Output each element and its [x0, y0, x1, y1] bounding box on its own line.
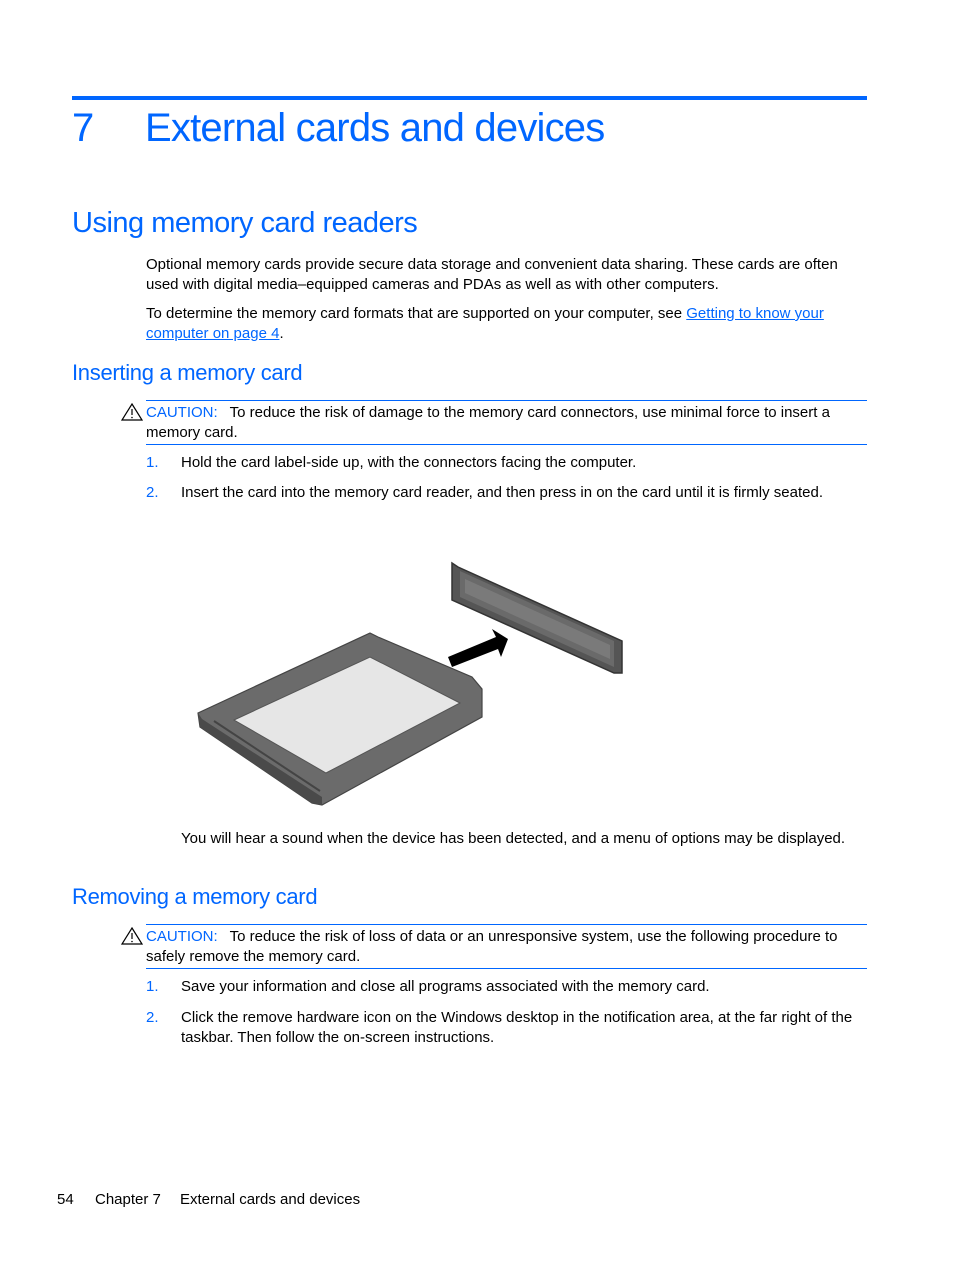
step-text: Save your information and close all prog… [181, 978, 710, 995]
inserting-caution: CAUTION: To reduce the risk of damage to … [121, 400, 867, 445]
chapter-top-rule [72, 96, 867, 100]
inserting-step-2: 2. Insert the card into the memory card … [146, 483, 866, 503]
detected-paragraph: You will hear a sound when the device ha… [181, 830, 846, 847]
step-number: 1. [146, 978, 159, 995]
step-text: Hold the card label-side up, with the co… [181, 454, 637, 471]
warning-triangle-icon [121, 927, 143, 945]
step-number: 1. [146, 454, 159, 471]
removing-step-2: 2. Click the remove hardware icon on the… [146, 1008, 866, 1047]
step-number: 2. [146, 1009, 159, 1026]
memory-card-insertion-figure [197, 561, 623, 806]
intro-paragraph: Optional memory cards provide secure dat… [146, 256, 838, 293]
section-title: Using memory card readers [72, 207, 418, 239]
formats-suffix: . [279, 324, 284, 342]
footer-chapter-title: External cards and devices [180, 1191, 361, 1208]
formats-prefix: To determine the memory card formats tha… [146, 305, 687, 322]
insert-direction-arrow [448, 629, 508, 667]
chapter-number: 7 [72, 106, 94, 150]
caution-label: CAUTION: [146, 404, 218, 421]
warning-triangle-icon [121, 403, 143, 421]
removing-step-1: 1. Save your information and close all p… [146, 977, 866, 997]
step-text: Click the remove hardware icon on the Wi… [181, 1009, 853, 1046]
memory-card-icon [197, 632, 483, 806]
inserting-step-1: 1. Hold the card label-side up, with the… [146, 453, 866, 473]
removing-heading: Removing a memory card [72, 884, 318, 909]
caution-label: CAUTION: [146, 928, 218, 945]
formats-paragraph: To determine the memory card formats tha… [146, 304, 866, 343]
footer-chapter-label: Chapter 7 [95, 1191, 161, 1208]
caution-text: To reduce the risk of damage to the memo… [146, 404, 830, 441]
inserting-heading: Inserting a memory card [72, 360, 303, 385]
footer-page-number: 54 [57, 1191, 74, 1208]
removing-caution: CAUTION: To reduce the risk of loss of da… [121, 924, 867, 969]
step-number: 2. [146, 484, 159, 501]
caution-text: To reduce the risk of loss of data or an… [146, 928, 838, 965]
chapter-title: External cards and devices [145, 106, 605, 150]
step-text: Insert the card into the memory card rea… [181, 484, 823, 501]
